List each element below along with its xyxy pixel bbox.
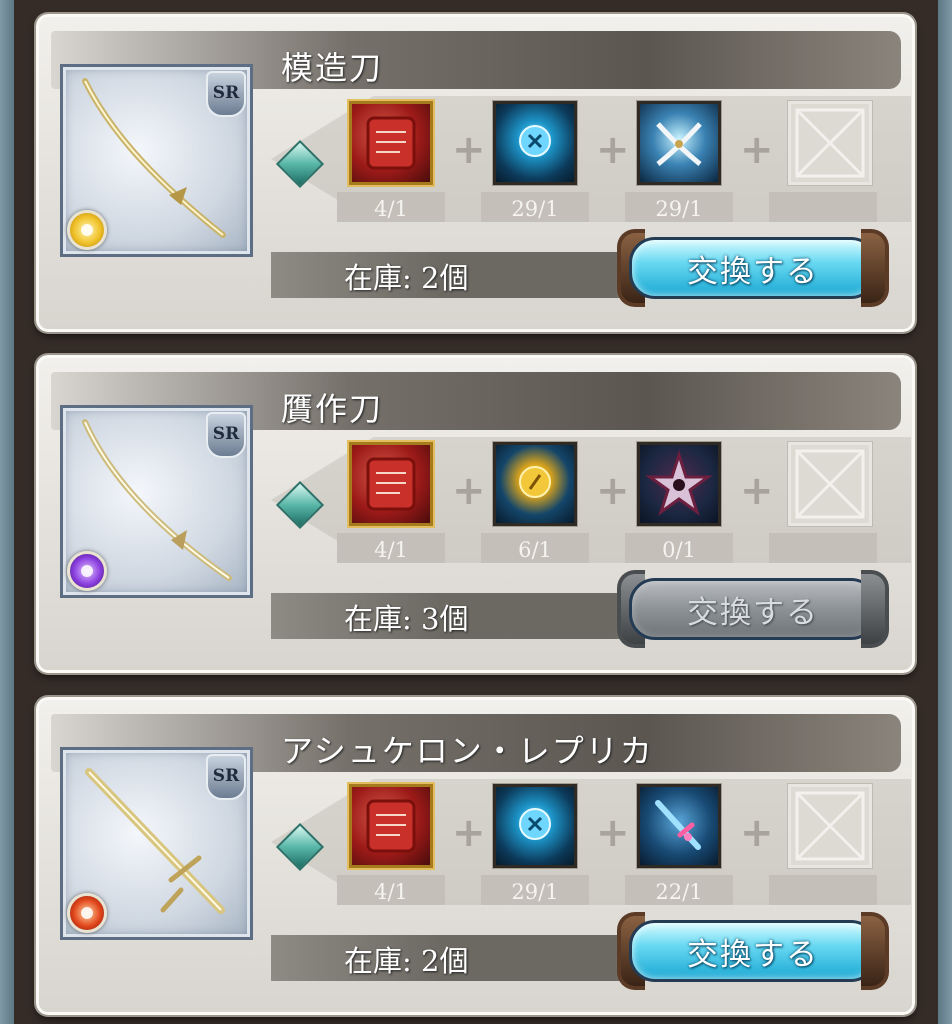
recipe-card: アシュケロン・レプリカ SR + + + 4/1 29/1 22/1 在庫: 2…	[36, 697, 915, 1015]
dark-element-icon	[67, 551, 107, 591]
material-count: 29/1	[481, 192, 589, 222]
material-count: 6/1	[481, 533, 589, 563]
material-count: 29/1	[625, 192, 733, 222]
plus-icon: +	[740, 468, 774, 514]
plus-icon: +	[596, 127, 630, 173]
empty-slot-icon	[788, 101, 872, 185]
material-count	[769, 533, 877, 563]
recipe-card: 模造刀 SR + + + 4/1 29/1 29/1 在庫: 2個 交換する	[36, 14, 915, 332]
plus-icon: +	[596, 810, 630, 856]
scroll-icon[interactable]	[349, 784, 433, 868]
item-name: 贋作刀	[281, 390, 384, 428]
rarity-badge: SR	[206, 754, 246, 800]
rarity-badge: SR	[206, 71, 246, 117]
material-count: 22/1	[625, 875, 733, 905]
crossed-blades-icon[interactable]	[637, 101, 721, 185]
material-count: 4/1	[337, 533, 445, 563]
gold-orb-icon[interactable]	[493, 442, 577, 526]
material-count: 0/1	[625, 533, 733, 563]
plus-icon: +	[452, 468, 486, 514]
weapon-thumbnail[interactable]: SR	[60, 405, 253, 598]
material-count: 4/1	[337, 875, 445, 905]
scroll-icon[interactable]	[349, 442, 433, 526]
item-name: アシュケロン・レプリカ	[281, 732, 654, 770]
exchange-button[interactable]: 交換する	[617, 229, 889, 307]
rarity-badge: SR	[206, 412, 246, 458]
plus-icon: +	[740, 127, 774, 173]
exchange-button-label: 交換する	[687, 253, 819, 290]
stock-count: 在庫: 3個	[344, 602, 469, 636]
crystal-sword-icon[interactable]	[637, 784, 721, 868]
exchange-button-label: 交換する	[687, 594, 819, 631]
exchange-button[interactable]: 交換する	[617, 570, 889, 648]
exchange-button[interactable]: 交換する	[617, 912, 889, 990]
stock-count: 在庫: 2個	[344, 944, 469, 978]
blue-orb-icon[interactable]	[493, 784, 577, 868]
fire-element-icon	[67, 893, 107, 933]
scroll-icon[interactable]	[349, 101, 433, 185]
recipe-card: 贋作刀 SR + + + 4/1 6/1 0/1 在庫: 3個 交換する	[36, 355, 915, 673]
material-count	[769, 875, 877, 905]
empty-slot-icon	[788, 442, 872, 526]
weapon-thumbnail[interactable]: SR	[60, 747, 253, 940]
exchange-button-label: 交換する	[687, 936, 819, 973]
plus-icon: +	[452, 127, 486, 173]
left-frame	[0, 0, 14, 1024]
right-frame	[938, 0, 952, 1024]
material-count	[769, 192, 877, 222]
item-name: 模造刀	[281, 49, 384, 87]
stock-count: 在庫: 2個	[344, 261, 469, 295]
dark-star-icon[interactable]	[637, 442, 721, 526]
plus-icon: +	[596, 468, 630, 514]
plus-icon: +	[740, 810, 774, 856]
plus-icon: +	[452, 810, 486, 856]
material-count: 29/1	[481, 875, 589, 905]
weapon-thumbnail[interactable]: SR	[60, 64, 253, 257]
material-count: 4/1	[337, 192, 445, 222]
blue-orb-icon[interactable]	[493, 101, 577, 185]
empty-slot-icon	[788, 784, 872, 868]
light-element-icon	[67, 210, 107, 250]
